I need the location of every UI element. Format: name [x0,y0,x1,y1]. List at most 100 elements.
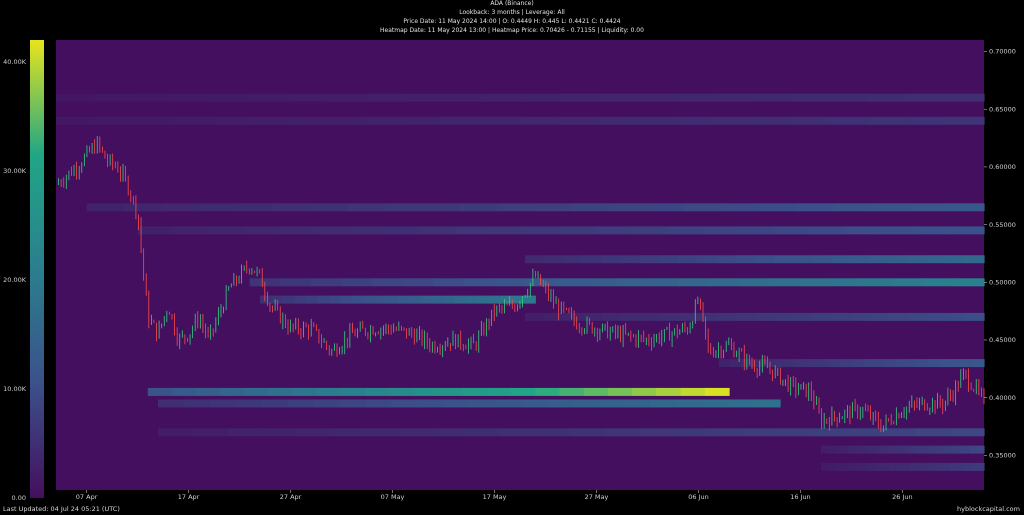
x-tick-label: 17 Apr [178,493,200,501]
liquidity-band-segment [525,312,545,321]
liquidity-band-segment [868,462,876,471]
liquidity-band-segment [840,359,853,368]
liquidity-band-segment [708,428,744,437]
liquidity-band-segment [811,255,832,264]
liquidity-band-segment [462,387,488,396]
colorbar-tick-label: 10.00K [3,385,27,393]
liquidity-band-segment [326,93,366,102]
liquidity-band-segment [790,116,830,125]
liquidity-band-segment [397,295,410,304]
liquidity-band-segment [259,295,273,304]
liquidity-band-segment [244,387,270,396]
liquidity-band-segment [875,445,883,454]
liquidity-band-segment [739,278,771,287]
liquidity-band-segment [326,116,366,125]
liquidity-band-segment [850,255,870,264]
liquidity-band-segment [737,226,773,235]
liquidity-band-segment [754,399,781,408]
liquidity-band-segment [850,312,870,321]
liquidity-band-segment [157,399,185,408]
liquidity-band-segment [829,93,869,102]
liquidity-band-segment [601,255,622,264]
liquidity-band-segment [365,387,391,396]
liquidity-band-segment [943,445,951,454]
liquidity-band-segment [716,312,737,321]
last-updated: Last Updated: 04 Jul 24 05:21 (UTC) [3,505,120,513]
liquidity-band-segment [172,116,212,125]
liquidity-band-segment [915,428,951,437]
liquidity-band-segment [536,428,572,437]
liquidity-band-segment [133,116,173,125]
liquidity-band-segment [868,445,876,454]
liquidity-band-segment [402,278,434,287]
x-tick-label: 06 Jun [688,493,709,501]
liquidity-band-segment [909,462,917,471]
liquidity-band-segment [916,462,924,471]
liquidity-band-segment [785,359,797,368]
liquidity-band-segment [754,255,775,264]
brand-label: hyblockcapital.com [957,505,1020,513]
liquidity-band-segment [249,278,281,287]
liquidity-band-segment [544,255,564,264]
liquidity-band-segment [906,93,946,102]
liquidity-band-segment [676,399,703,408]
liquidity-band-segment [616,278,649,287]
liquidity-band-segment [773,255,794,264]
liquidity-band-segment [226,428,262,437]
liquidity-band-segment [797,203,836,212]
liquidity-band-segment [454,226,491,235]
liquidity-band-segment [572,399,600,408]
liquidity-band-segment [157,428,193,437]
liquidity-band-segment [777,428,813,437]
liquidity-band-segment [895,462,904,471]
liquidity-band-segment [280,278,312,287]
liquidity-band-segment [261,428,297,437]
liquidity-band-segment [950,445,958,454]
liquidity-band-segment [417,399,444,408]
liquidity-band-segment [310,203,349,212]
liquidity-band-segment [601,312,622,321]
liquidity-band-segment [800,278,832,287]
liquidity-band-segment [831,278,863,287]
liquidity-band-segment [597,116,637,125]
liquidity-band-segment [330,428,366,437]
liquidity-band-segment [208,226,244,235]
liquidity-band-segment [722,203,761,212]
liquidity-band-segment [365,399,392,408]
liquidity-band-segment [674,93,714,102]
liquidation-heatmap-chart[interactable]: 0.00 10.00K 20.00K 30.00K 40.00K 0.35000 0.40… [0,0,1024,515]
y-tick-label: 0.55000 [989,221,1016,229]
liquidity-band-segment [243,226,280,235]
x-tick-label: 27 May [585,493,609,501]
x-tick-label: 27 Apr [280,493,302,501]
liquidity-band-segment [310,278,343,287]
liquidity-band-segment [658,255,679,264]
liquidity-band-segment [287,399,315,408]
liquidity-band-segment [929,445,938,454]
liquidity-band-segment [970,445,978,454]
liquidity-band-segment [716,255,737,264]
liquidity-band-segment [372,278,404,287]
liquidity-band-segment [404,93,444,102]
liquidity-band-segment [868,116,908,125]
liquidity-band-segment [420,295,433,304]
liquidity-band-segment [950,462,958,471]
liquidity-band-segment [328,295,341,304]
liquidity-band-segment [295,428,331,437]
liquidity-band-segment [624,399,652,408]
liquidity-band-segment [481,116,521,125]
liquidity-band-segment [895,359,908,368]
liquidity-band-segment [772,226,809,235]
liquidity-band-segment [490,226,527,235]
liquidity-band-segment [442,116,482,125]
liquidity-band-segment [948,226,985,235]
liquidity-band-segment [525,226,562,235]
liquidity-band-segment [759,203,798,212]
colorbar-tick-label: 30.00K [3,167,27,175]
liquidity-band-segment [862,359,875,368]
liquidity-band-segment [423,203,462,212]
liquidity-band-segment [544,312,564,321]
liquidity-band-segment [559,387,585,396]
liquidity-band-segment [854,445,863,454]
liquidity-band-segment [597,93,637,102]
